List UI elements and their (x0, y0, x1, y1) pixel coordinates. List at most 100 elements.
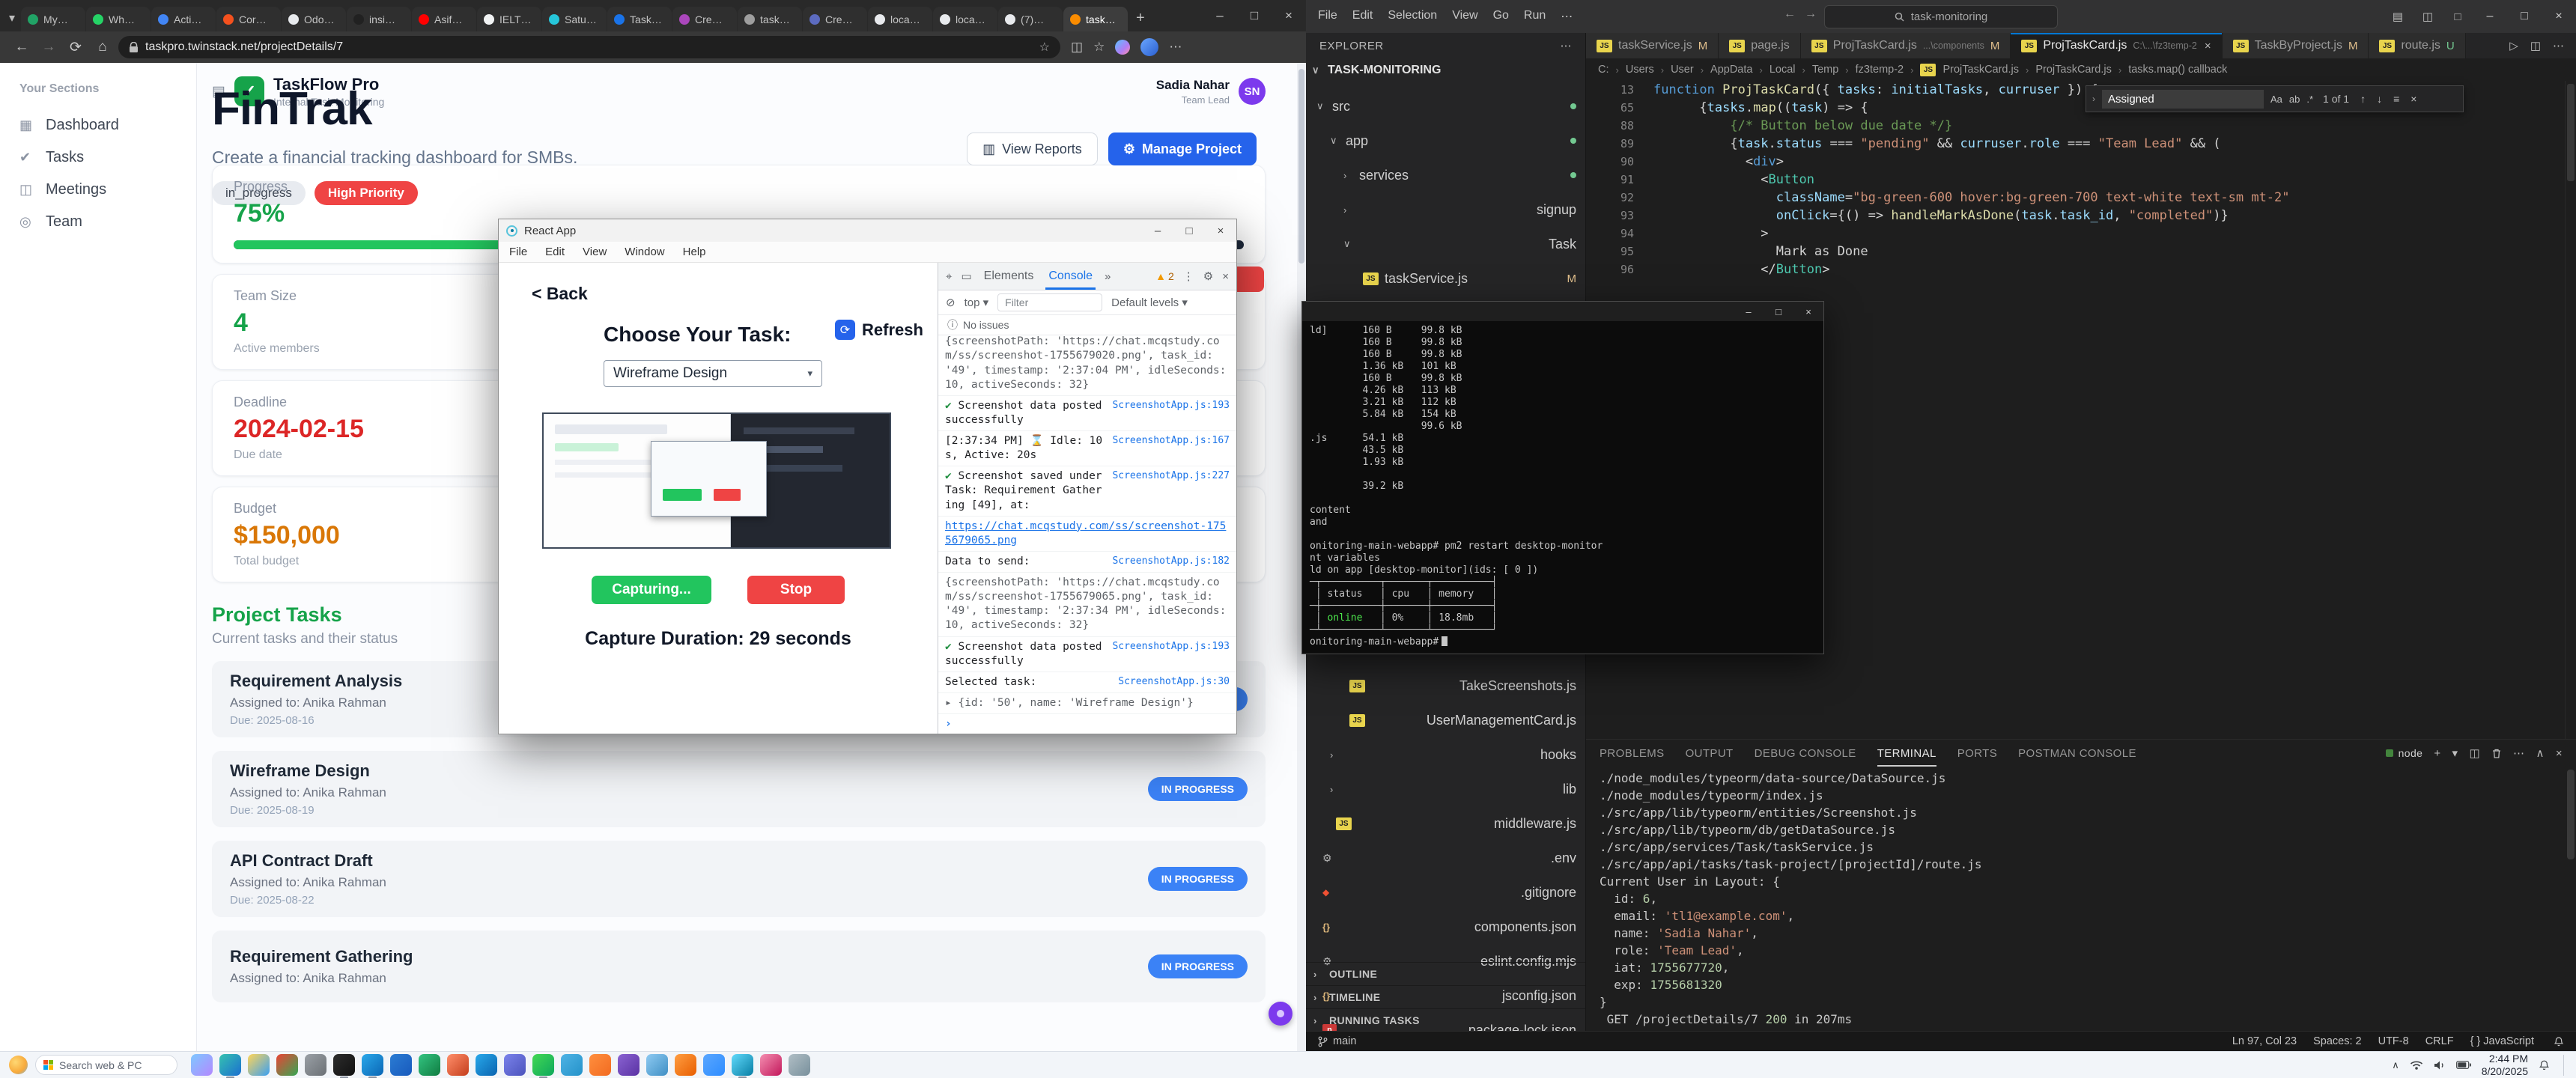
console-filter-input[interactable]: Filter (997, 293, 1102, 311)
menu-item-edit[interactable]: Edit (545, 246, 565, 258)
tree-item[interactable]: ›services (1306, 165, 1585, 186)
tree-item[interactable]: ◆.gitignore (1306, 882, 1585, 903)
browser-tab[interactable]: My… (21, 7, 85, 31)
tree-item[interactable]: JSUserManagementCard.js (1306, 710, 1585, 731)
toggle-sidebar-icon[interactable]: ▤ (2383, 10, 2413, 23)
terminal-window-output[interactable]: ld] 160 B 99.8 kB 160 B 99.8 kB 160 B 99… (1302, 321, 1823, 652)
browser-tab[interactable]: Cre… (803, 7, 867, 31)
editor-tab[interactable]: JSroute.jsU (2369, 33, 2465, 58)
vscode-menu-go[interactable]: Go (1493, 9, 1509, 24)
browser-tab[interactable]: loca… (933, 7, 997, 31)
section-outline[interactable]: ›OUTLINE (1306, 962, 1585, 985)
volume-icon[interactable] (2434, 1060, 2446, 1071)
breadcrumb-item[interactable]: User (1671, 64, 1694, 76)
console-log-list[interactable]: amp: '2:36:34 PM', idleSeconds: 10, acti… (938, 335, 1236, 734)
taskbar-app-teams[interactable] (504, 1054, 526, 1076)
wifi-icon[interactable] (2410, 1060, 2423, 1071)
layout-icon[interactable]: □ (2443, 10, 2473, 23)
tab-elements[interactable]: Elements (981, 263, 1037, 290)
browser-tab[interactable]: task… (1063, 7, 1128, 31)
editor-tab[interactable]: JStaskService.jsM (1586, 33, 1719, 58)
tree-item[interactable]: JSTakeScreenshots.js (1306, 675, 1585, 696)
taskbar-app-vlc[interactable] (675, 1054, 696, 1076)
forward-icon[interactable]: → (37, 39, 60, 55)
browser-tab[interactable]: Cor… (216, 7, 281, 31)
favorites-star-icon[interactable]: ☆ (1039, 40, 1050, 55)
browser-tab[interactable]: task… (738, 7, 802, 31)
log-levels-selector[interactable]: Default levels ▾ (1111, 296, 1188, 309)
nav-back-icon[interactable]: ← (1784, 7, 1796, 21)
taskbar-app-notepad[interactable] (646, 1054, 668, 1076)
copilot-icon[interactable] (1115, 40, 1130, 55)
minimap-thumb[interactable] (2567, 84, 2575, 181)
taskbar-app-word[interactable] (390, 1054, 412, 1076)
manage-project-button[interactable]: ⚙ Manage Project (1108, 133, 1257, 165)
avatar[interactable]: SN (1239, 78, 1266, 105)
task-row[interactable]: API Contract DraftAssigned to: Anika Rah… (212, 841, 1266, 917)
scrollbar-thumb[interactable] (1298, 69, 1304, 264)
stop-button[interactable]: Stop (747, 576, 845, 604)
new-terminal-icon[interactable]: + (2434, 747, 2440, 760)
browser-tab[interactable]: IELT… (477, 7, 541, 31)
vscode-menu-edit[interactable]: Edit (1352, 9, 1373, 24)
tree-item[interactable]: ›lib (1306, 779, 1585, 800)
tree-item[interactable]: ∨Task (1306, 234, 1585, 255)
back-link[interactable]: < Back (532, 284, 588, 304)
browser-tab[interactable]: Acti… (151, 7, 216, 31)
menu-item-window[interactable]: Window (625, 246, 664, 258)
tree-item[interactable]: ›hooks (1306, 744, 1585, 765)
minimap[interactable] (2565, 81, 2576, 740)
status-item[interactable]: CRLF (2425, 1035, 2454, 1047)
show-desktop-button[interactable] (2563, 1055, 2567, 1076)
vscode-minimize-button[interactable]: – (2473, 0, 2507, 33)
editor-tab[interactable]: JSTaskByProject.jsM (2223, 33, 2369, 58)
terminal-close-button[interactable]: × (1793, 302, 1823, 321)
reload-icon[interactable]: ⟳ (64, 39, 87, 56)
taskbar-app-edge[interactable] (219, 1054, 241, 1076)
editor-tab[interactable]: JSpage.js (1719, 33, 1801, 58)
windows-start-icon[interactable] (43, 1060, 53, 1070)
editor-tab[interactable]: JSProjTaskCard.jsC:\...\fz3temp-2× (2011, 33, 2222, 58)
taskbar-app-github-desktop[interactable] (618, 1054, 640, 1076)
notification-bell-icon[interactable] (2539, 1059, 2550, 1071)
issues-counter[interactable]: ▲2 (1155, 270, 1174, 282)
bell-icon[interactable] (2554, 1036, 2564, 1047)
taskbar-app-powerpoint[interactable] (447, 1054, 469, 1076)
sidebar-item-team[interactable]: ◎Team (0, 206, 196, 238)
sidebar-item-tasks[interactable]: ✔Tasks (0, 141, 196, 174)
vscode-menu-selection[interactable]: Selection (1388, 9, 1437, 24)
whole-word-icon[interactable]: ab (2289, 94, 2300, 105)
home-icon[interactable]: ⌂ (91, 39, 114, 55)
taskbar-app-paint[interactable] (760, 1054, 782, 1076)
status-item[interactable]: Spaces: 2 (2313, 1035, 2362, 1047)
capturing-button[interactable]: Capturing... (592, 576, 711, 604)
panel-tab-postman-console[interactable]: POSTMAN CONSOLE (2018, 740, 2136, 767)
nav-forward-icon[interactable]: → (1805, 7, 1817, 21)
react-close-button[interactable]: × (1205, 219, 1236, 242)
split-terminal-icon[interactable]: ◫ (2469, 746, 2480, 760)
breadcrumb-item[interactable]: Local (1770, 64, 1796, 76)
view-reports-button[interactable]: ▥ View Reports (967, 133, 1098, 165)
tab-console[interactable]: Console (1045, 263, 1096, 290)
terminal-minimize-button[interactable]: – (1734, 302, 1764, 321)
explorer-more-icon[interactable]: ⋯ (1561, 39, 1573, 52)
console-context-selector[interactable]: top ▾ (965, 296, 989, 309)
log-source-link[interactable]: ScreenshotApp.js:227 (1112, 469, 1230, 512)
menu-item-help[interactable]: Help (683, 246, 706, 258)
terminal-scrollbar[interactable] (2567, 770, 2575, 859)
editor-more-icon[interactable]: ⋯ (2553, 39, 2564, 52)
taskbar-clock[interactable]: 2:44 PM 8/20/2025 (2482, 1053, 2528, 1078)
breadcrumb-item[interactable]: tasks.map() callback (2128, 64, 2227, 76)
breadcrumb-item[interactable]: ProjTaskCard.js (2035, 64, 2112, 76)
sidebar-item-dashboard[interactable]: ▦Dashboard (0, 109, 196, 141)
taskbar-app-calculator[interactable] (789, 1054, 810, 1076)
trash-icon[interactable] (2491, 748, 2502, 759)
taskbar-app-outlook[interactable] (476, 1054, 497, 1076)
tree-item[interactable]: ∨app (1306, 130, 1585, 151)
regex-icon[interactable]: .* (2306, 94, 2313, 105)
devtools-close-icon[interactable]: × (1222, 270, 1229, 283)
browser-tab[interactable]: Odo… (282, 7, 346, 31)
browser-tab[interactable]: loca… (868, 7, 932, 31)
back-icon[interactable]: ← (10, 39, 33, 55)
browser-maximize-button[interactable]: □ (1237, 0, 1272, 31)
